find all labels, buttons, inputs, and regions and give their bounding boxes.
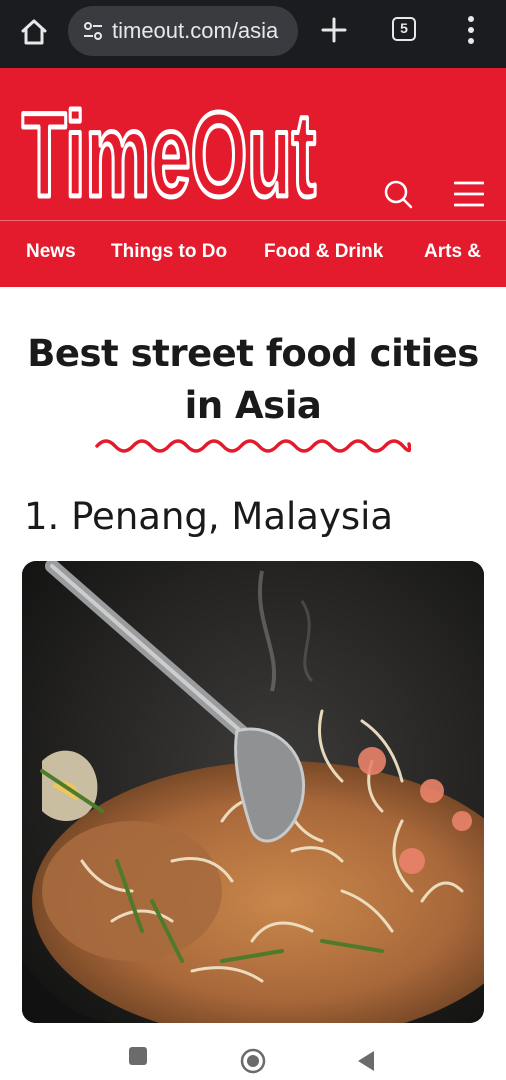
page-title: Best street food cities in Asia: [0, 328, 506, 432]
nav-item-food-drink[interactable]: Food & Drink: [264, 241, 383, 263]
android-nav-bar: [0, 1030, 506, 1080]
section-nav: News Things to Do Food & Drink Arts &: [0, 221, 506, 287]
recents-icon[interactable]: [128, 1046, 148, 1066]
address-bar[interactable]: timeout.com/asia: [68, 6, 298, 56]
noodle-wok-illustration: [22, 561, 484, 1023]
url-text[interactable]: timeout.com/asia: [112, 18, 278, 44]
plus-icon[interactable]: [320, 16, 348, 44]
back-icon[interactable]: [356, 1050, 376, 1072]
home-nav-icon[interactable]: [240, 1048, 266, 1074]
decorative-squiggle: [95, 439, 411, 453]
svg-text:TimeOut: TimeOut: [22, 88, 316, 206]
tab-switcher-icon[interactable]: 5: [392, 17, 416, 41]
nav-item-things-to-do[interactable]: Things to Do: [111, 241, 227, 263]
search-icon[interactable]: [382, 178, 414, 210]
nav-item-arts[interactable]: Arts &: [424, 241, 481, 263]
page-title-line2: in Asia: [184, 384, 322, 427]
section-heading: 1. Penang, Malaysia: [24, 495, 394, 538]
tune-icon[interactable]: [82, 20, 104, 42]
time-out-logo[interactable]: TimeOut: [20, 86, 320, 206]
home-icon[interactable]: [18, 16, 50, 48]
more-vert-icon[interactable]: [466, 14, 476, 46]
hero-image[interactable]: [22, 561, 484, 1023]
site-header: TimeOut: [0, 68, 506, 220]
nav-item-news[interactable]: News: [26, 241, 76, 263]
hamburger-menu-icon[interactable]: [454, 180, 484, 208]
page-title-line1: Best street food cities: [27, 332, 479, 375]
browser-toolbar: timeout.com/asia 5: [0, 0, 506, 68]
